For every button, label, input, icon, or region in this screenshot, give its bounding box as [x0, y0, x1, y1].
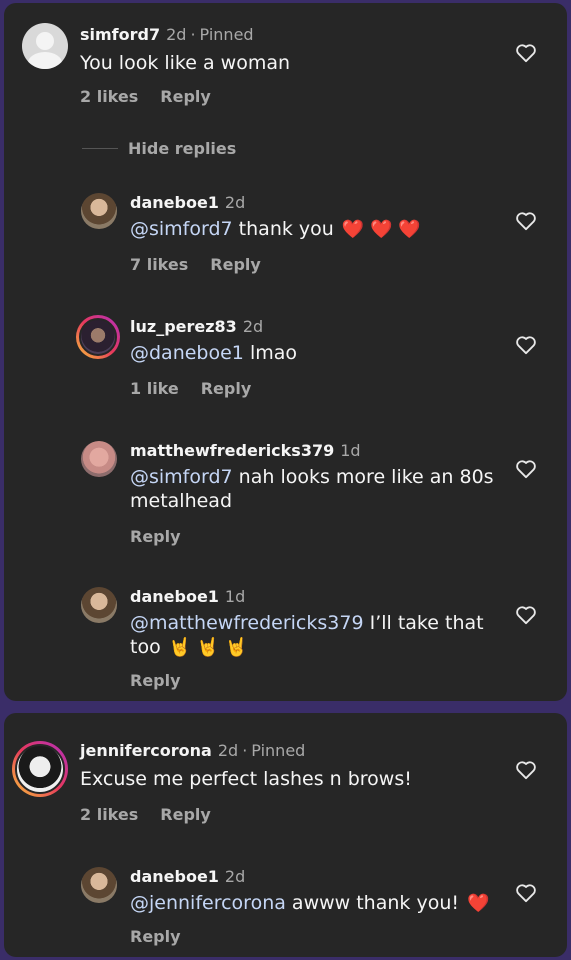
- divider: [82, 148, 118, 149]
- rock-on-emoji: 🤘 🤘 🤘: [168, 637, 248, 658]
- reply: luz_perez83 2d @daneboe1 lmao 1 like Reply: [4, 311, 567, 411]
- timestamp: 2d: [224, 867, 246, 886]
- reply-button[interactable]: Reply: [210, 255, 261, 274]
- comment-username[interactable]: daneboe1 1d: [130, 587, 245, 606]
- heart-icon[interactable]: [515, 211, 537, 231]
- avatar[interactable]: [81, 867, 117, 903]
- comment-actions: 7 likes Reply: [130, 255, 283, 274]
- reply-text: lmao: [243, 342, 298, 364]
- likes-count[interactable]: 2 likes: [80, 805, 138, 824]
- avatar-photo: [15, 744, 65, 794]
- username[interactable]: jennifercorona: [80, 741, 212, 760]
- reply-text: awww thank you!: [285, 892, 466, 914]
- pinned-label: Pinned: [199, 25, 254, 44]
- reply-text: thank you: [232, 218, 340, 240]
- username[interactable]: luz_perez83: [130, 317, 237, 336]
- avatar[interactable]: [81, 441, 117, 477]
- comment-text: @jennifercorona awww thank you! ❤️: [130, 891, 489, 916]
- timestamp: 1d: [340, 441, 361, 460]
- comment-text: You look like a woman: [80, 52, 291, 74]
- comment-text: @simford7 nah looks more like an 80s met…: [130, 465, 510, 513]
- avatar[interactable]: [81, 587, 117, 623]
- heart-icon[interactable]: [515, 760, 537, 780]
- avatar-photo: [79, 318, 117, 356]
- hide-replies-label: Hide replies: [128, 139, 237, 158]
- username[interactable]: daneboe1: [130, 193, 219, 212]
- timestamp: 2d: [242, 317, 264, 336]
- comment-actions: Reply: [130, 527, 203, 546]
- heart-emoji: ❤️: [467, 893, 490, 914]
- comment-text: @daneboe1 lmao: [130, 341, 297, 365]
- reply: daneboe1 2d @jennifercorona awww thank yo…: [4, 863, 567, 957]
- heart-icon[interactable]: [515, 43, 537, 63]
- comment-username[interactable]: matthewfredericks379 1d: [130, 441, 361, 460]
- comment-actions: 1 like Reply: [130, 379, 273, 398]
- comment-username[interactable]: daneboe1 2d: [130, 867, 245, 886]
- comment: simford7 2d · Pinned You look like a woman …: [4, 3, 567, 123]
- username[interactable]: simford7: [80, 25, 160, 44]
- timestamp: 2d: [224, 193, 246, 212]
- username[interactable]: daneboe1: [130, 587, 219, 606]
- comment-username[interactable]: simford7 2d · Pinned: [80, 25, 254, 44]
- username[interactable]: daneboe1: [130, 867, 219, 886]
- reply-button[interactable]: Reply: [160, 805, 211, 824]
- mention-link[interactable]: @matthewfredericks379: [130, 612, 364, 634]
- reply: daneboe1 1d @matthewfredericks379 I’ll ta…: [4, 581, 567, 701]
- comment-username[interactable]: luz_perez83 2d: [130, 317, 263, 336]
- mention-link[interactable]: @simford7: [130, 466, 233, 488]
- separator-dot: ·: [242, 741, 248, 760]
- heart-icon[interactable]: [515, 883, 537, 903]
- heart-icon[interactable]: [515, 605, 537, 625]
- mention-link[interactable]: @daneboe1: [130, 342, 244, 364]
- comment-actions: 2 likes Reply: [80, 87, 233, 106]
- likes-count[interactable]: 2 likes: [80, 87, 138, 106]
- comment-username[interactable]: daneboe1 2d: [130, 193, 245, 212]
- reply-button[interactable]: Reply: [130, 927, 181, 946]
- hide-replies-button[interactable]: Hide replies: [82, 139, 236, 158]
- mention-link[interactable]: @jennifercorona: [130, 892, 286, 914]
- likes-count[interactable]: 7 likes: [130, 255, 188, 274]
- comment-actions: Reply: [130, 927, 203, 946]
- pinned-label: Pinned: [251, 741, 306, 760]
- comment-actions: Reply: [130, 671, 203, 690]
- timestamp: 1d: [224, 587, 246, 606]
- heart-icon[interactable]: [515, 459, 537, 479]
- comment-text: @simford7 thank you ❤️ ❤️ ❤️: [130, 217, 421, 242]
- comment-thread-card: simford7 2d · Pinned You look like a woman …: [4, 3, 567, 701]
- avatar[interactable]: [76, 315, 120, 359]
- heart-emoji: ❤️ ❤️ ❤️: [341, 219, 421, 240]
- avatar[interactable]: [22, 23, 68, 69]
- reply-button[interactable]: Reply: [130, 527, 181, 546]
- avatar[interactable]: [81, 193, 117, 229]
- comment-text: Excuse me perfect lashes n brows!: [80, 768, 412, 790]
- reply-button[interactable]: Reply: [160, 87, 211, 106]
- heart-icon[interactable]: [515, 335, 537, 355]
- comment: jennifercorona 2d · Pinned Excuse me perfec…: [4, 713, 567, 833]
- likes-count[interactable]: 1 like: [130, 379, 179, 398]
- avatar[interactable]: [12, 741, 68, 797]
- comment-actions: 2 likes Reply: [80, 805, 233, 824]
- timestamp: 2d: [217, 741, 239, 760]
- comment-username[interactable]: jennifercorona 2d · Pinned: [80, 741, 305, 760]
- comment-thread-card: jennifercorona 2d · Pinned Excuse me perfec…: [4, 713, 567, 957]
- username[interactable]: matthewfredericks379: [130, 441, 334, 460]
- reply: daneboe1 2d @simford7 thank you ❤️ ❤️ ❤️ …: [4, 187, 567, 287]
- reply: matthewfredericks379 1d @simford7 nah loo…: [4, 435, 567, 555]
- separator-dot: ·: [190, 25, 196, 44]
- reply-button[interactable]: Reply: [201, 379, 252, 398]
- comment-text: @matthewfredericks379 I’ll take that too…: [130, 611, 510, 660]
- timestamp: 2d: [166, 25, 187, 44]
- mention-link[interactable]: @simford7: [130, 218, 233, 240]
- reply-button[interactable]: Reply: [130, 671, 181, 690]
